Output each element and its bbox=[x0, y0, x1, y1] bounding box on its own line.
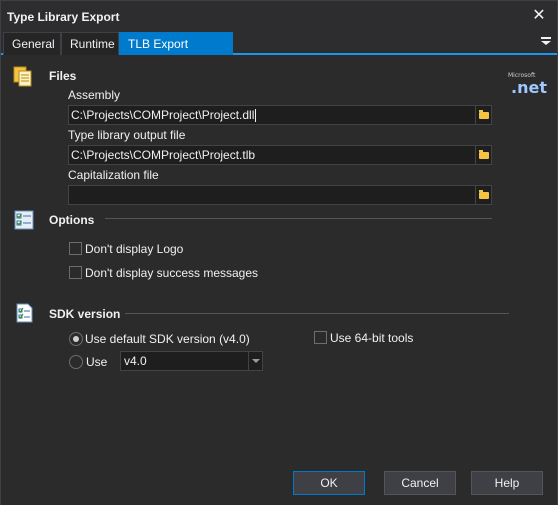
type-library-export-dialog: Type Library Export ✕ General Runtime TL… bbox=[0, 0, 558, 505]
tlb-output-value: C:\Projects\COMProject\Project.tlb bbox=[71, 148, 256, 162]
close-icon[interactable]: ✕ bbox=[529, 6, 549, 26]
menu-dropdown-icon[interactable] bbox=[541, 37, 551, 47]
options-divider bbox=[105, 218, 492, 219]
use-64bit-tools-checkbox[interactable] bbox=[314, 331, 327, 344]
tab-bar: General Runtime TLB Export Options bbox=[1, 31, 557, 73]
use-sdk-label[interactable]: Use bbox=[86, 355, 107, 369]
use-default-sdk-label[interactable]: Use default SDK version (v4.0) bbox=[85, 332, 250, 346]
files-section-icon bbox=[13, 66, 32, 87]
cancel-button[interactable]: Cancel bbox=[384, 471, 456, 495]
sdk-version-select[interactable]: v4.0 bbox=[120, 351, 263, 371]
tab-general-label: General bbox=[12, 37, 55, 51]
tab-runtime[interactable]: Runtime bbox=[61, 32, 119, 55]
title-bar: Type Library Export ✕ bbox=[1, 1, 557, 31]
sdk-divider bbox=[125, 313, 509, 314]
use-64bit-tools-label[interactable]: Use 64-bit tools bbox=[330, 331, 413, 345]
window-title: Type Library Export bbox=[7, 10, 120, 24]
tab-runtime-label: Runtime bbox=[70, 37, 115, 51]
capitalization-browse-button[interactable] bbox=[475, 186, 491, 204]
assembly-value: C:\Projects\COMProject\Project.dll bbox=[71, 108, 255, 122]
svg-text:.net: .net bbox=[511, 78, 547, 97]
text-caret bbox=[255, 109, 257, 123]
sdk-section-title: SDK version bbox=[49, 307, 121, 321]
tab-general[interactable]: General bbox=[3, 32, 61, 55]
assembly-field[interactable]: C:\Projects\COMProject\Project.dll bbox=[68, 105, 492, 125]
sdk-section-icon bbox=[16, 303, 33, 323]
tab-content: Files Microsoft .net Assembly C:\Project… bbox=[1, 57, 557, 505]
chevron-down-icon[interactable] bbox=[248, 352, 262, 370]
dont-display-success-label[interactable]: Don't display success messages bbox=[85, 266, 258, 280]
files-section-title: Files bbox=[49, 69, 77, 83]
capitalization-label: Capitalization file bbox=[68, 168, 159, 182]
tab-tlb-export-options[interactable]: TLB Export Options bbox=[119, 32, 233, 73]
ok-button[interactable]: OK bbox=[293, 471, 365, 495]
dotnet-logo-icon: Microsoft .net bbox=[505, 69, 547, 97]
dont-display-logo-label[interactable]: Don't display Logo bbox=[85, 242, 183, 256]
sdk-version-value: v4.0 bbox=[124, 354, 147, 368]
use-default-sdk-radio[interactable] bbox=[69, 332, 83, 346]
options-section-icon bbox=[14, 210, 34, 230]
tlb-output-label: Type library output file bbox=[68, 128, 186, 142]
assembly-label: Assembly bbox=[68, 88, 121, 102]
use-sdk-radio[interactable] bbox=[69, 355, 83, 369]
tlb-output-browse-button[interactable] bbox=[475, 146, 491, 164]
folder-icon bbox=[478, 109, 489, 119]
folder-icon bbox=[478, 189, 489, 199]
help-button[interactable]: Help bbox=[471, 471, 543, 495]
options-section-title: Options bbox=[49, 213, 95, 227]
dont-display-logo-checkbox[interactable] bbox=[69, 242, 82, 255]
tlb-output-field[interactable]: C:\Projects\COMProject\Project.tlb bbox=[68, 145, 492, 165]
folder-icon bbox=[478, 149, 489, 159]
capitalization-field[interactable] bbox=[68, 185, 492, 205]
assembly-browse-button[interactable] bbox=[475, 106, 491, 124]
dont-display-success-checkbox[interactable] bbox=[69, 266, 82, 279]
